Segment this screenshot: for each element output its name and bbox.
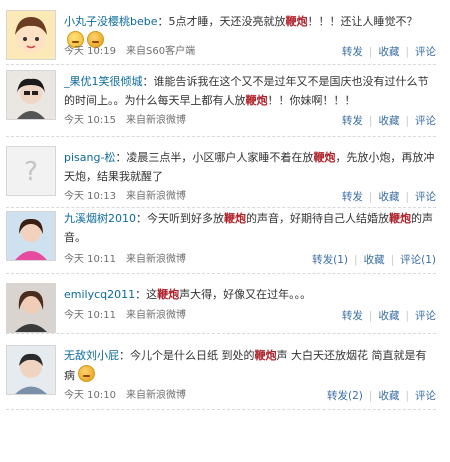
divider [6,64,436,65]
feed-item: _果优1笑很倾城：谁能告诉我在这个又不是过年又不是国庆也没有过什么节的时间上。。… [0,66,450,137]
keyword-highlight: 鞭炮 [389,212,411,225]
avatar-photo-icon [7,346,55,394]
comment-button[interactable]: 评论 [415,310,436,322]
avatar-cartoon-girl-icon [7,11,55,59]
feed-item: ? pisang-松：凌晨三点半，小区哪户人家睡不着在放鞭炮，先放小炮，再放冲天… [0,140,450,208]
repost-button[interactable]: 转发(1) [312,254,348,266]
avatar-photo-icon [7,212,55,260]
post-source[interactable]: 来自新浪微博 [126,254,186,265]
avatar[interactable] [6,211,56,261]
timestamp[interactable]: 今天 10:11 [64,310,116,321]
timestamp[interactable]: 今天 10:19 [64,46,116,57]
default-avatar-question-icon: ? [7,147,55,195]
post-actions: 转发(1) | 收藏 | 评论(1) [312,254,436,266]
keyword-highlight: 鞭炮 [157,288,180,301]
post-meta: 今天 10:11 来自新浪微博 转发(1) | 收藏 | 评论(1) [64,252,436,268]
keyword-highlight: 鞭炮 [313,151,336,164]
timestamp[interactable]: 今天 10:10 [64,390,116,401]
avatar-photo-icon [7,284,55,332]
username-link[interactable]: emilycq2011 [64,288,135,301]
post-source[interactable]: 来自S60客户端 [126,46,195,57]
username-link[interactable]: 无敌刘小屁 [64,349,119,362]
keyword-highlight: 鞭炮 [285,15,308,28]
repost-button[interactable]: 转发 [342,115,363,127]
avatar[interactable] [6,10,56,60]
keyword-highlight: 鞭炮 [254,349,277,362]
divider [6,273,436,274]
post-text: pisang-松：凌晨三点半，小区哪户人家睡不着在放鞭炮，先放小炮，再放冲天炮，… [64,151,435,183]
avatar[interactable]: ? [6,146,56,196]
feed-item: 小丸子没樱桃bebe：5点才睡，天还没亮就放鞭炮！！！还让人睡觉不？ 今天 10… [0,0,450,66]
timestamp[interactable]: 今天 10:11 [64,254,116,265]
comment-button[interactable]: 评论 [415,191,436,203]
comment-button[interactable]: 评论 [415,46,436,58]
keyword-highlight: 鞭炮 [224,212,246,225]
favorite-button[interactable]: 收藏 [378,390,399,402]
post-source[interactable]: 来自新浪微博 [126,390,186,401]
divider [6,136,436,137]
weibo-feed: 小丸子没樱桃bebe：5点才睡，天还没亮就放鞭炮！！！还让人睡觉不？ 今天 10… [0,0,450,462]
repost-button[interactable]: 转发 [342,191,363,203]
feed-item: emilycq2011：这鞭炮声大得，好像又在过年。。。 今天 10:11 来自新… [0,276,450,342]
comment-button[interactable]: 评论(1) [400,254,436,266]
feed-item: 无敌刘小屁：今儿个是什么日纸 到处的鞭炮声 大白天还放烟花 简直就是有病 今天 … [0,340,450,410]
avatar[interactable] [6,283,56,333]
divider [6,333,436,334]
username-link[interactable]: _果优1笑很倾城 [64,75,143,88]
post-meta: 今天 10:11 来自新浪微博 转发 | 收藏 | 评论 [64,308,436,324]
angry-face-icon [78,365,95,382]
post-actions: 转发(2) | 收藏 | 评论 [327,390,436,402]
avatar[interactable] [6,345,56,395]
post-text: emilycq2011：这鞭炮声大得，好像又在过年。。。 [64,288,312,301]
repost-button[interactable]: 转发 [342,46,363,58]
post-source[interactable]: 来自新浪微博 [126,115,186,126]
comment-button[interactable]: 评论 [415,390,436,402]
post-text: _果优1笑很倾城：谁能告诉我在这个又不是过年又不是国庆也没有过什么节的时间上。。… [64,75,429,107]
repost-button[interactable]: 转发 [342,310,363,322]
comment-button[interactable]: 评论 [415,115,436,127]
avatar-photo-icon [7,71,55,119]
favorite-button[interactable]: 收藏 [378,46,399,58]
post-meta: 今天 10:15 来自新浪微博 转发 | 收藏 | 评论 [64,113,436,129]
post-meta: 今天 10:10 来自新浪微博 转发(2) | 收藏 | 评论 [64,388,436,404]
post-text: 九溪烟树2010：今天听到好多放鞭炮的声音，好期待自己人结婚放鞭炮的声音。 [64,212,433,244]
post-meta: 今天 10:19 来自S60客户端 转发 | 收藏 | 评论 [64,44,436,60]
post-source[interactable]: 来自新浪微博 [126,191,186,202]
timestamp[interactable]: 今天 10:15 [64,115,116,126]
favorite-button[interactable]: 收藏 [378,191,399,203]
post-actions: 转发 | 收藏 | 评论 [341,46,436,58]
username-link[interactable]: pisang-松 [64,151,115,164]
feed-item: 九溪烟树2010：今天听到好多放鞭炮的声音，好期待自己人结婚放鞭炮的声音。 今天… [0,207,450,274]
post-source[interactable]: 来自新浪微博 [126,310,186,321]
timestamp[interactable]: 今天 10:13 [64,191,116,202]
username-link[interactable]: 九溪烟树2010 [64,212,136,225]
post-text: 无敌刘小屁：今儿个是什么日纸 到处的鞭炮声 大白天还放烟花 简直就是有病 [64,349,427,382]
favorite-button[interactable]: 收藏 [378,115,399,127]
post-actions: 转发 | 收藏 | 评论 [341,310,436,322]
post-meta: 今天 10:13 来自新浪微博 转发 | 收藏 | 评论 [64,189,436,205]
keyword-highlight: 鞭炮 [245,94,268,107]
favorite-button[interactable]: 收藏 [378,310,399,322]
post-actions: 转发 | 收藏 | 评论 [341,191,436,203]
svg-text:?: ? [24,157,38,187]
divider [6,409,436,410]
repost-button[interactable]: 转发(2) [327,390,363,402]
avatar[interactable] [6,70,56,120]
post-actions: 转发 | 收藏 | 评论 [341,115,436,127]
favorite-button[interactable]: 收藏 [364,254,385,266]
username-link[interactable]: 小丸子没樱桃bebe [64,15,158,28]
